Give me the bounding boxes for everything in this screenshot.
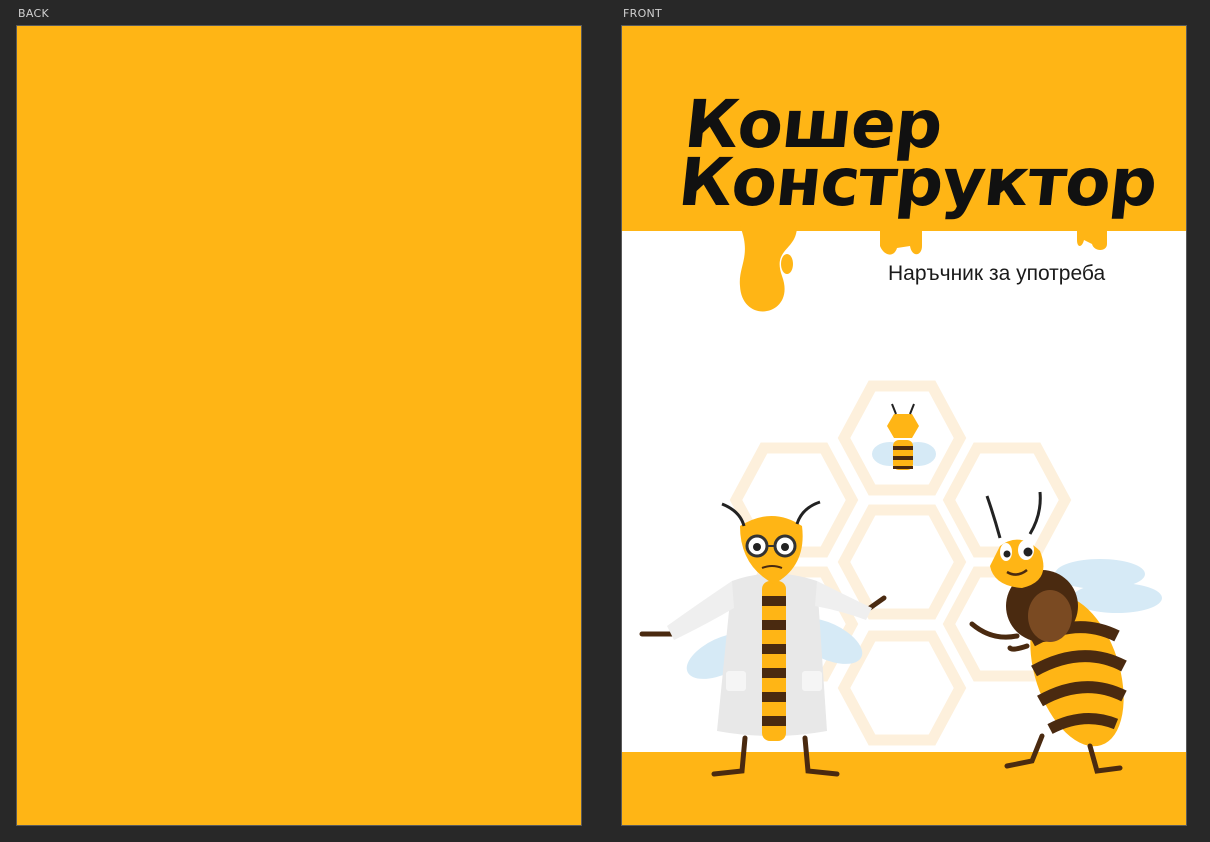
front-panel-label: FRONT — [623, 7, 663, 20]
cover-title: Кошер Конструктор — [675, 86, 1165, 221]
cover-subtitle: Наръчник за употреба — [888, 262, 1106, 285]
small-bee-icon — [872, 403, 936, 470]
scientist-bee-icon — [639, 500, 887, 777]
front-cover-page[interactable]: Кошер Конструктор Наръчник за употреба — [621, 25, 1187, 826]
title-line-2: Конструктор — [674, 144, 1161, 221]
happy-bee-icon — [969, 491, 1162, 774]
back-panel-label: BACK — [18, 7, 49, 20]
back-cover-page[interactable] — [16, 25, 582, 826]
